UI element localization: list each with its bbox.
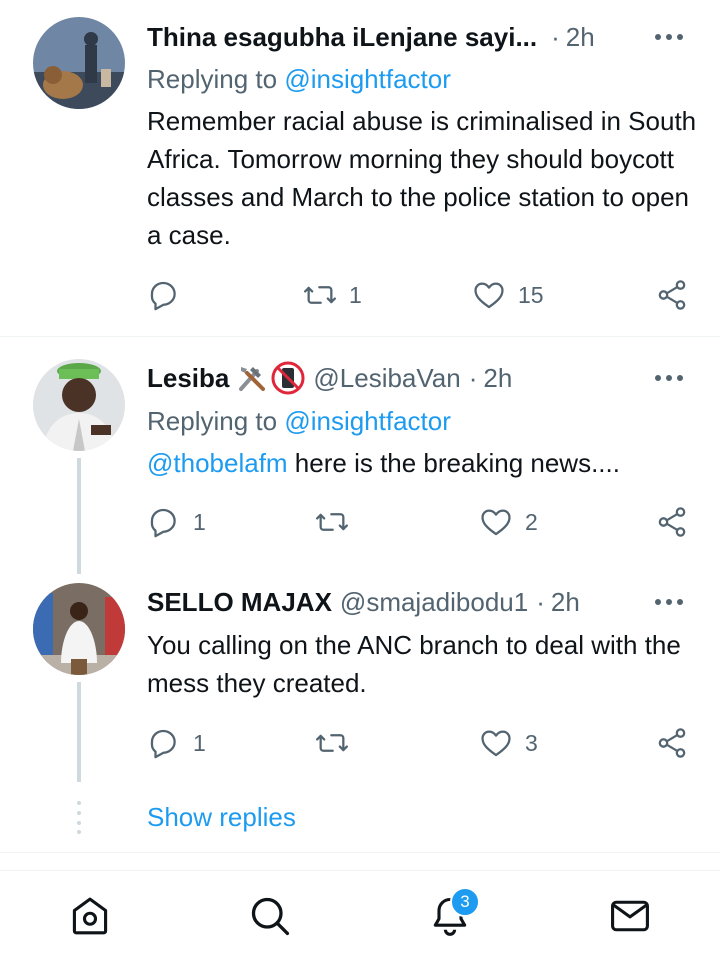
replying-to: Replying to @insightfactor bbox=[147, 406, 451, 437]
reply-button[interactable] bbox=[147, 278, 193, 312]
timestamp[interactable]: 2h bbox=[566, 22, 595, 53]
tweet-2[interactable]: Lesiba @LesibaVan · 2h Replying to @insi… bbox=[0, 337, 720, 567]
retweet-button[interactable] bbox=[315, 726, 361, 760]
hammer-wrench-icon bbox=[235, 361, 269, 395]
retweet-count: 1 bbox=[349, 281, 362, 308]
like-button[interactable]: 15 bbox=[472, 278, 544, 312]
nav-notifications[interactable] bbox=[405, 871, 495, 959]
show-replies-link[interactable]: Show replies bbox=[147, 802, 296, 833]
more-options-icon[interactable] bbox=[654, 363, 684, 393]
replying-to-link[interactable]: @insightfactor bbox=[284, 406, 451, 436]
avatar[interactable] bbox=[33, 17, 125, 109]
display-name[interactable]: Thina esagubha iLenjane sayi... bbox=[147, 22, 537, 53]
more-options-icon[interactable] bbox=[654, 587, 684, 617]
like-button[interactable]: 3 bbox=[479, 726, 538, 760]
reply-count: 1 bbox=[193, 508, 206, 535]
share-icon bbox=[658, 507, 686, 537]
retweet-button[interactable]: 1 bbox=[303, 278, 362, 312]
heart-icon bbox=[481, 730, 511, 757]
tweet-text-body: here is the breaking news.... bbox=[287, 448, 620, 478]
nav-search[interactable] bbox=[225, 871, 315, 959]
reply-button[interactable]: 1 bbox=[147, 726, 206, 760]
retweet-icon bbox=[315, 513, 349, 531]
retweet-button[interactable] bbox=[315, 505, 361, 539]
tweet-text: You calling on the ANC branch to deal wi… bbox=[147, 630, 681, 698]
timestamp[interactable]: 2h bbox=[551, 587, 580, 618]
tweet-actions: 1 2 bbox=[147, 505, 692, 539]
separator: · bbox=[551, 21, 560, 52]
tweet-text: Remember racial abuse is criminalised in… bbox=[147, 106, 697, 250]
more-options-icon[interactable] bbox=[654, 22, 684, 52]
no-mobile-phones-icon bbox=[271, 361, 305, 395]
like-count: 15 bbox=[518, 281, 544, 308]
tweet-text: @thobelafm here is the breaking news.... bbox=[147, 444, 697, 482]
replying-to-link[interactable]: @insightfactor bbox=[284, 64, 451, 94]
nav-messages[interactable] bbox=[585, 871, 675, 959]
notification-badge: 3 bbox=[450, 887, 480, 917]
section-divider bbox=[0, 852, 720, 853]
reply-count: 1 bbox=[193, 729, 206, 756]
avatar[interactable] bbox=[33, 583, 125, 675]
share-button[interactable] bbox=[655, 505, 689, 539]
reply-button[interactable]: 1 bbox=[147, 505, 206, 539]
mention-link[interactable]: @thobelafm bbox=[147, 448, 288, 478]
like-count: 3 bbox=[525, 729, 538, 756]
display-name[interactable]: Lesiba bbox=[147, 363, 229, 394]
separator: · bbox=[536, 586, 545, 617]
retweet-icon bbox=[315, 734, 349, 752]
home-icon bbox=[72, 897, 108, 934]
tweet-3[interactable]: SELLO MAJAX @smajadibodu1 · 2h You calli… bbox=[0, 567, 720, 792]
messages-icon bbox=[611, 900, 649, 931]
reply-icon bbox=[150, 729, 176, 759]
reply-icon bbox=[150, 281, 176, 311]
bottom-nav: 3 bbox=[0, 870, 720, 959]
tweet-1[interactable]: Thina esagubha iLenjane sayi... · 2h Rep… bbox=[0, 0, 720, 336]
search-icon bbox=[251, 897, 290, 935]
username[interactable]: @smajadibodu1 bbox=[340, 587, 528, 618]
like-count: 2 bbox=[525, 508, 538, 535]
share-button[interactable] bbox=[655, 278, 689, 312]
share-icon bbox=[658, 280, 686, 310]
nav-home[interactable] bbox=[45, 871, 135, 959]
reply-icon bbox=[150, 508, 176, 538]
separator: · bbox=[468, 362, 478, 393]
timestamp[interactable]: 2h bbox=[483, 363, 512, 394]
retweet-icon bbox=[303, 286, 337, 304]
heart-icon bbox=[474, 282, 504, 309]
like-button[interactable]: 2 bbox=[479, 505, 538, 539]
share-button[interactable] bbox=[655, 726, 689, 760]
replying-prefix: Replying to bbox=[147, 406, 278, 436]
thread-dots-icon bbox=[76, 800, 82, 834]
share-icon bbox=[658, 728, 686, 758]
tweet-actions: 1 3 bbox=[147, 726, 692, 760]
replying-to: Replying to @insightfactor bbox=[147, 64, 451, 95]
replying-prefix: Replying to bbox=[147, 64, 278, 94]
tweet-actions: 1 15 bbox=[147, 278, 692, 312]
display-name[interactable]: SELLO MAJAX bbox=[147, 587, 332, 618]
username[interactable]: @LesibaVan bbox=[313, 363, 460, 394]
heart-icon bbox=[481, 509, 511, 536]
avatar[interactable] bbox=[33, 359, 125, 451]
